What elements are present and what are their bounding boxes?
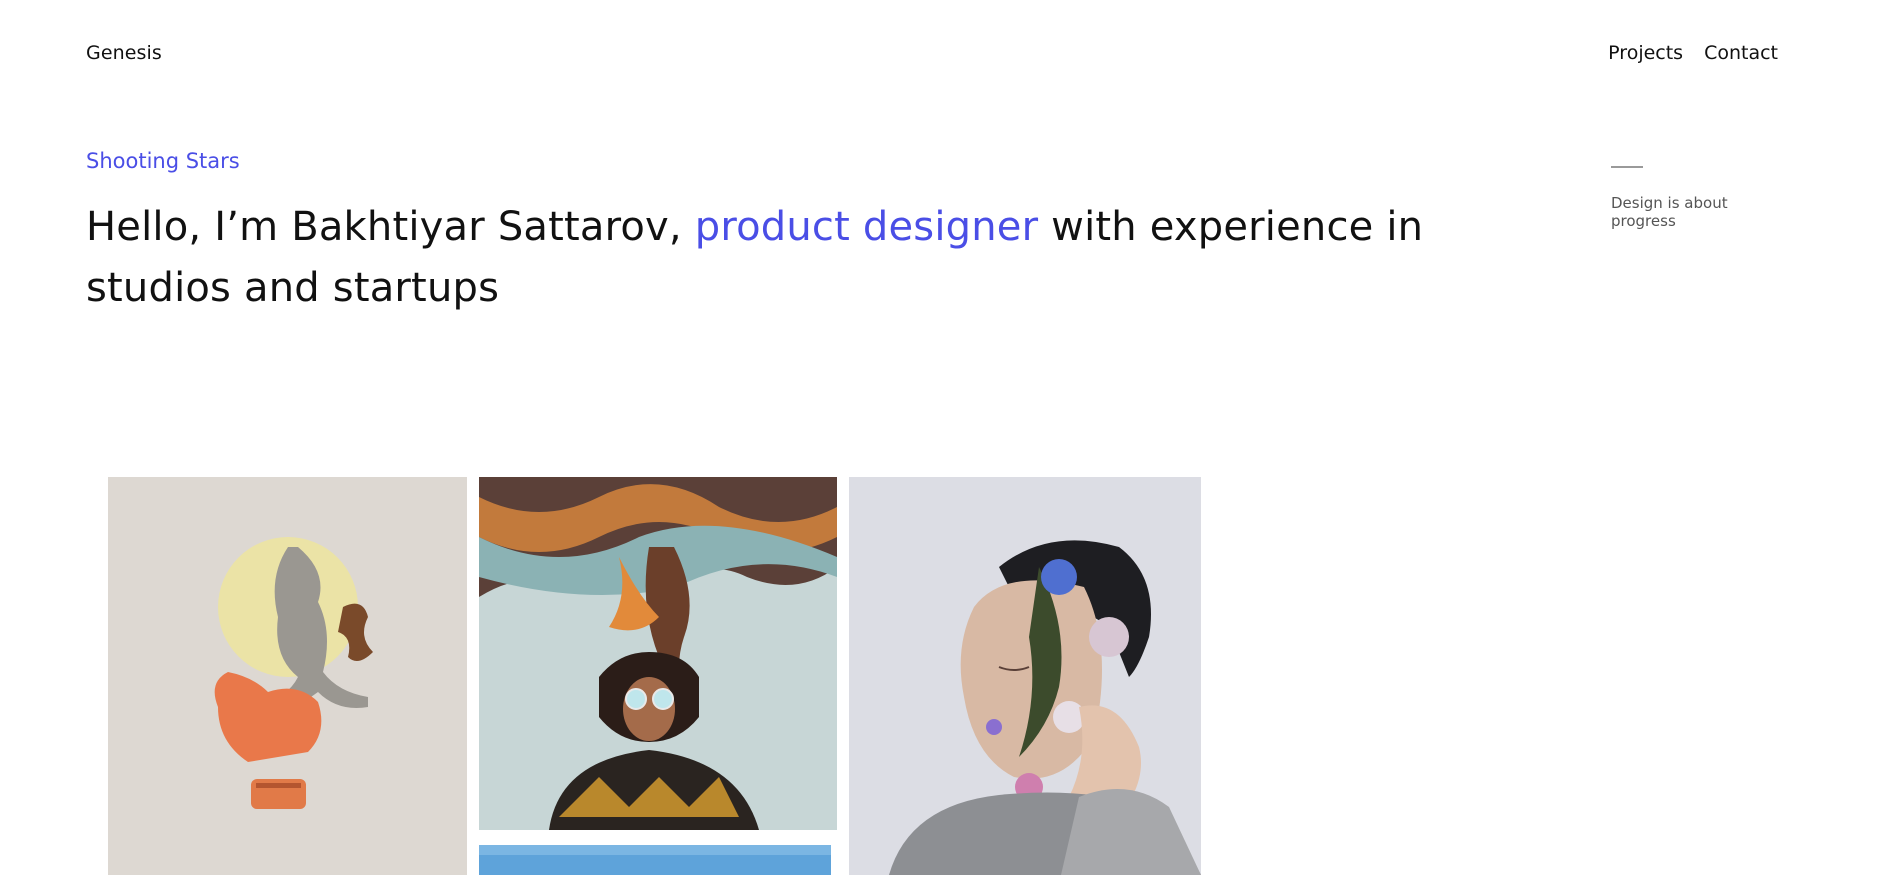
- hero-intro-accent: product designer: [694, 204, 1039, 250]
- main-nav: Projects Contact: [1608, 42, 1778, 64]
- sky-image: [479, 845, 831, 875]
- hero-intro-text: Hello, I’m Bakhtiyar Sattarov,: [86, 204, 695, 250]
- side-tagline: Design is about progress: [1611, 194, 1728, 230]
- gallery-image-dancer[interactable]: [108, 477, 467, 875]
- gallery-image-flower-portrait[interactable]: [849, 477, 1201, 875]
- dancer-collage-image: [108, 477, 467, 875]
- side-divider: [1611, 166, 1643, 168]
- section-eyebrow: Shooting Stars: [86, 149, 240, 173]
- smoke-portrait-image: [479, 477, 837, 830]
- flower-portrait-image: [849, 477, 1201, 875]
- nav-link-projects[interactable]: Projects: [1608, 42, 1683, 64]
- nav-link-contact[interactable]: Contact: [1704, 42, 1778, 64]
- gallery-image-smoke-portrait[interactable]: [479, 477, 837, 830]
- gallery-image-sky[interactable]: [479, 845, 831, 875]
- hero-intro: Hello, I’m Bakhtiyar Sattarov, product d…: [86, 197, 1516, 319]
- brand-logo[interactable]: Genesis: [86, 42, 162, 64]
